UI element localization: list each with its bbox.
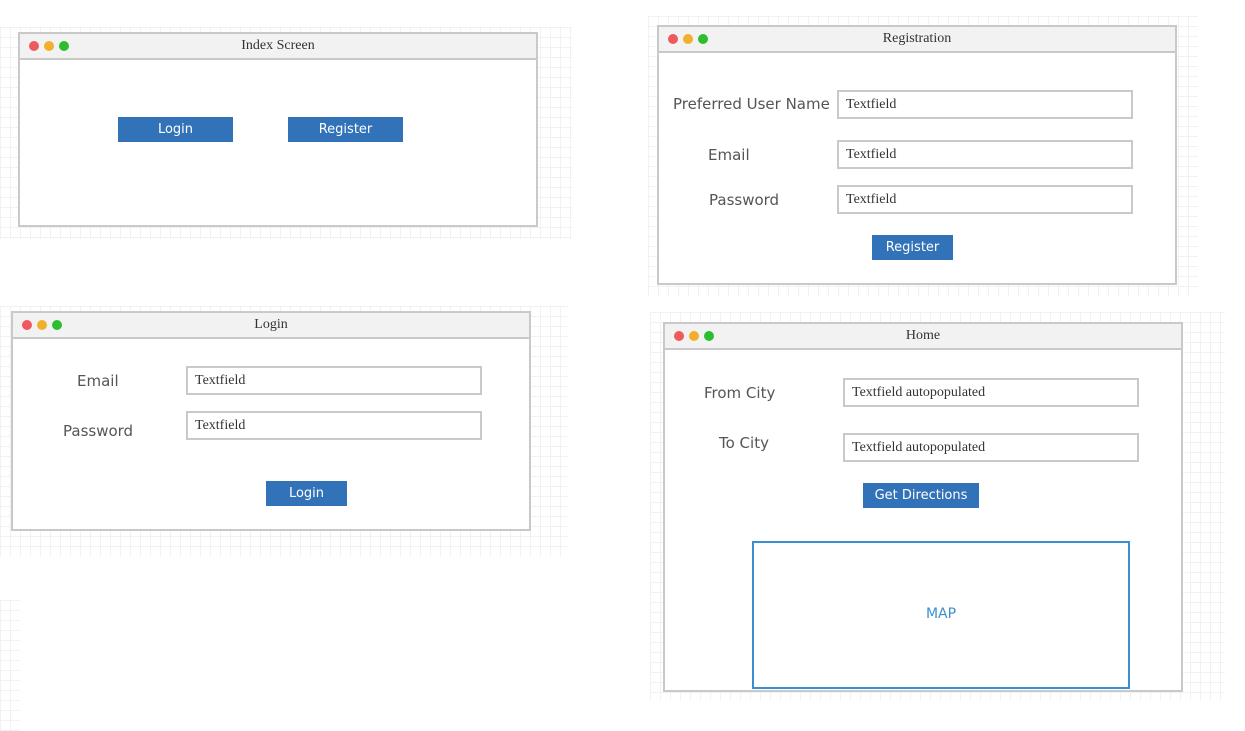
get-directions-button[interactable]: Get Directions [863, 483, 979, 508]
login-title: Login [254, 317, 288, 332]
index-screen-title: Index Screen [241, 38, 315, 53]
registration-title: Registration [882, 31, 952, 46]
index-screen-window: Index Screen Login Register [18, 32, 538, 227]
index-login-button[interactable]: Login [118, 117, 233, 142]
to-city-label: To City [719, 434, 769, 452]
registration-password-field[interactable]: Textfield [837, 185, 1133, 214]
index-screen-titlebar: Index Screen [20, 34, 536, 60]
registration-email-label: Email [708, 146, 750, 164]
registration-register-button[interactable]: Register [872, 235, 953, 260]
index-register-button[interactable]: Register [288, 117, 403, 142]
from-city-field[interactable]: Textfield autopopulated [843, 378, 1139, 407]
username-label: Preferred User Name [673, 95, 830, 113]
home-title: Home [905, 328, 941, 343]
map-area[interactable]: MAP [752, 541, 1130, 689]
login-submit-button[interactable]: Login [266, 481, 347, 506]
registration-window: Registration Preferred User Name Textfie… [657, 25, 1177, 285]
username-field[interactable]: Textfield [837, 90, 1133, 119]
home-titlebar: Home [665, 324, 1181, 350]
canvas-grid-lower-left [0, 600, 20, 731]
to-city-field[interactable]: Textfield autopopulated [843, 433, 1139, 462]
map-label: MAP [925, 606, 957, 622]
login-password-field[interactable]: Textfield [186, 411, 482, 440]
login-window: Login Email Textfield Password Textfield… [11, 311, 531, 531]
registration-password-label: Password [709, 191, 780, 209]
login-titlebar: Login [13, 313, 529, 339]
login-email-field[interactable]: Textfield [186, 366, 482, 395]
from-city-label: From City [704, 384, 776, 402]
registration-titlebar: Registration [659, 27, 1175, 53]
registration-email-field[interactable]: Textfield [837, 140, 1133, 169]
home-window: Home From City Textfield autopopulated T… [663, 322, 1183, 692]
login-password-label: Password [63, 422, 134, 440]
login-email-label: Email [77, 372, 119, 390]
